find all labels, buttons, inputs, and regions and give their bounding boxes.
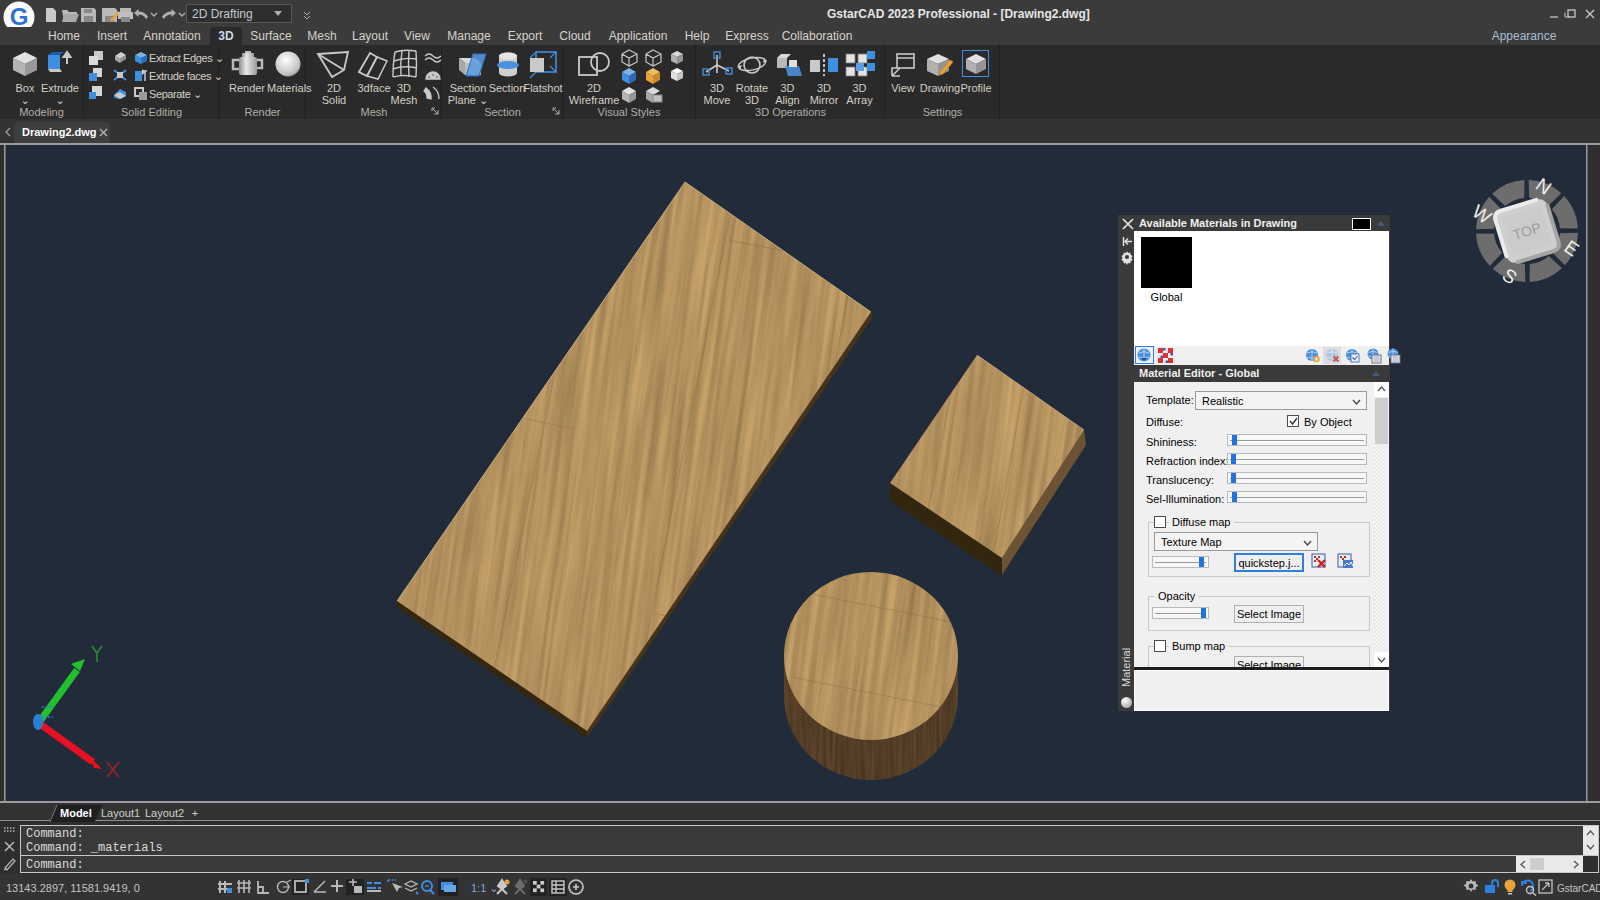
svg-text:G: G xyxy=(10,3,29,30)
